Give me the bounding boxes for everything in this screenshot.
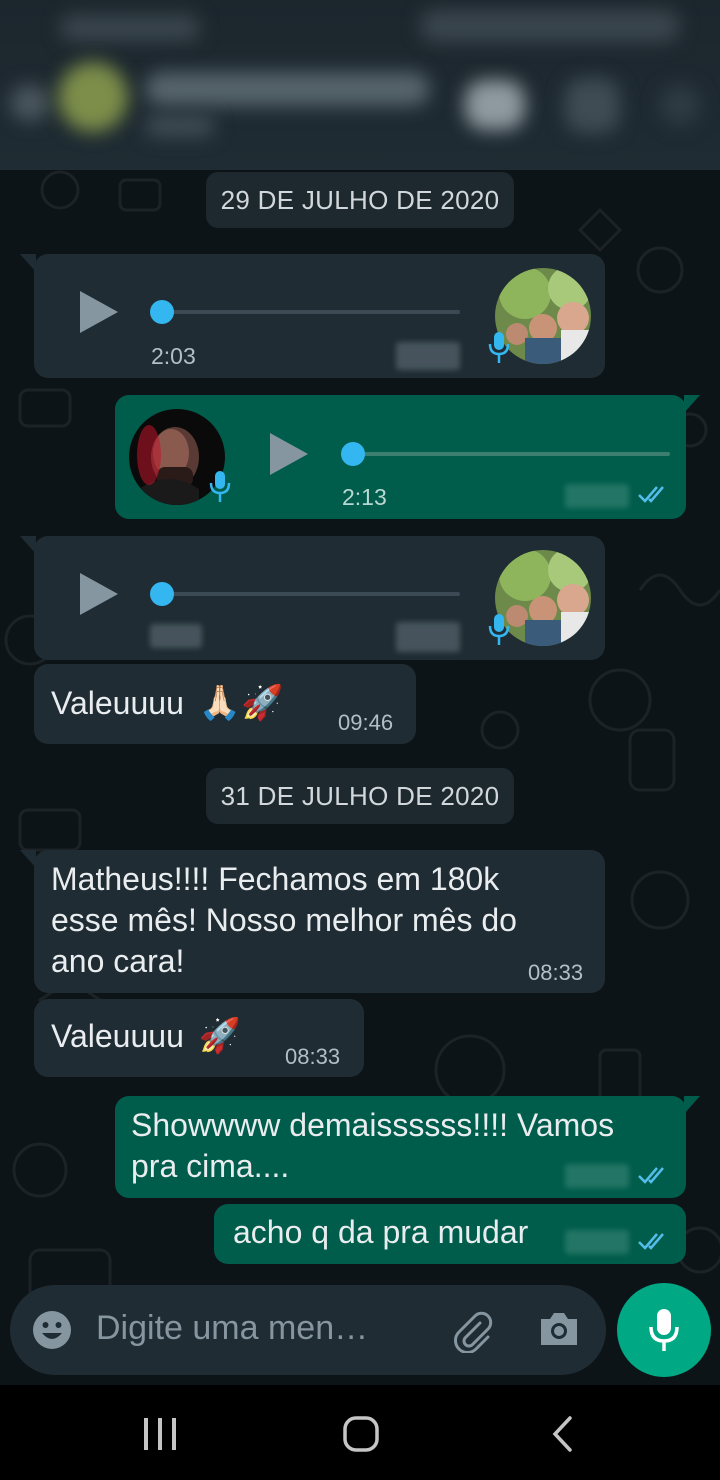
date-separator: 29 DE JULHO DE 2020 [206,172,514,228]
message-emoji: 🙏🏻🚀 [198,684,284,722]
voice-call-blurred-icon[interactable] [565,78,620,133]
audio-progress-track[interactable] [352,452,670,456]
message-text: Matheus!!!! Fechamos em 180k esse mês! N… [51,859,517,982]
message-text: Showwww demaissssss!!!! Vamos pra cima..… [131,1105,614,1187]
audio-seek-handle[interactable] [150,582,174,606]
message-line: Showwww demaissssss!!!! Vamos [131,1107,615,1143]
mic-badge-icon [488,332,510,363]
voice-message[interactable]: 2:13 [115,395,700,519]
home-icon[interactable] [342,1415,380,1453]
date-label: 29 DE JULHO DE 2020 [220,184,500,215]
message-composer[interactable]: Digite uma men… [10,1285,606,1375]
play-icon[interactable] [270,433,308,475]
message-body: Valeuuuu [51,1018,184,1054]
double-check-icon [638,1233,664,1250]
audio-progress-track[interactable] [162,310,460,314]
mic-badge-icon [209,471,231,502]
contact-avatar-blurred[interactable] [58,62,128,132]
message-line: Matheus!!!! Fechamos em 180k [51,861,500,897]
audio-progress-track[interactable] [162,592,460,596]
message-text: acho q da pra mudar [233,1214,529,1250]
blurred-timestamp [396,622,460,652]
message-body: Valeuuuu [51,685,184,721]
camera-icon[interactable] [537,1309,581,1349]
contact-status-blurred [145,115,215,137]
message-text: Valeuuuu 🙏🏻🚀 [51,683,283,724]
mic-badge-icon [488,614,510,645]
record-voice-button[interactable] [617,1283,711,1377]
blurred-timestamp [565,1164,629,1188]
double-check-icon [638,486,664,503]
recents-icon[interactable] [142,1417,178,1451]
double-check-icon [638,1167,664,1184]
message-line: esse mês! Nosso melhor mês do [51,902,517,938]
message-time: 09:46 [338,710,394,735]
audio-seek-handle[interactable] [150,300,174,324]
mic-icon [649,1309,679,1351]
voice-message[interactable] [20,536,605,660]
audio-duration: 2:13 [342,484,387,510]
play-icon[interactable] [80,291,118,333]
status-icons-blurred [420,10,680,42]
blurred-duration [150,624,202,648]
back-arrow-blurred-icon[interactable] [10,85,50,121]
message-text: Valeuuuu 🚀 [51,1016,241,1057]
blurred-timestamp [565,1230,629,1254]
blurred-timestamp [396,342,460,370]
audio-duration: 2:03 [151,343,196,369]
audio-seek-handle[interactable] [341,442,365,466]
attach-icon[interactable] [450,1309,494,1353]
voice-message[interactable]: 2:03 [20,254,605,378]
chat-header [0,0,720,170]
message-input[interactable]: Digite uma men… [96,1309,368,1348]
menu-blurred-icon[interactable] [660,85,700,125]
blurred-timestamp [565,484,629,508]
date-separator: 31 DE JULHO DE 2020 [206,768,514,824]
text-message[interactable]: acho q da pra mudar [214,1204,686,1264]
text-message[interactable]: Valeuuuu 🙏🏻🚀 09:46 [34,664,416,744]
system-navigation-bar [0,1385,720,1480]
text-message[interactable]: Showwww demaissssss!!!! Vamos pra cima..… [115,1096,700,1198]
text-message[interactable]: Valeuuuu 🚀 08:33 [34,999,364,1077]
chat-area[interactable]: 29 DE JULHO DE 2020 2:03 2:13 Valeuuuu 🙏… [0,170,720,1385]
message-emoji: 🚀 [198,1017,242,1055]
contact-name-blurred[interactable] [145,72,430,106]
status-bar-blurred [60,15,200,41]
message-time: 08:33 [285,1044,341,1069]
back-icon[interactable] [550,1415,574,1453]
emoji-icon[interactable] [32,1310,72,1350]
play-icon[interactable] [80,573,118,615]
message-line: ano cara! [51,943,185,979]
date-label: 31 DE JULHO DE 2020 [220,780,500,811]
video-call-blurred-icon[interactable] [465,80,525,130]
message-time: 08:33 [528,960,584,985]
message-line: pra cima.... [131,1148,290,1184]
text-message[interactable]: Matheus!!!! Fechamos em 180k esse mês! N… [20,850,605,993]
